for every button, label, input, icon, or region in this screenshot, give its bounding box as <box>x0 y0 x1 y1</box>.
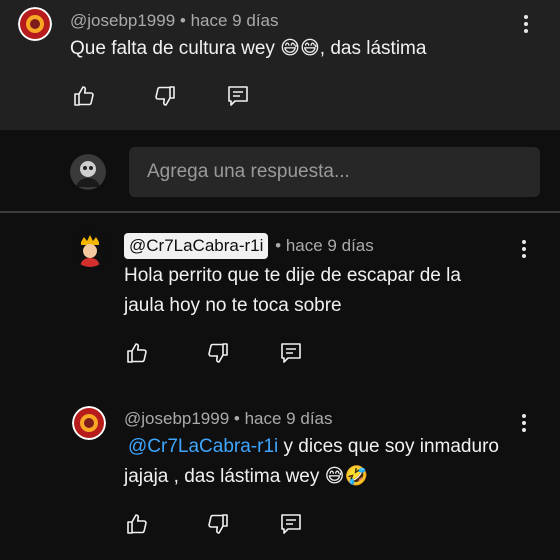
like-button[interactable] <box>125 512 151 538</box>
more-vert-icon[interactable] <box>516 10 536 38</box>
more-vert-icon[interactable] <box>514 235 534 263</box>
reply-author-avatar[interactable] <box>72 406 106 440</box>
user-avatar-icon <box>70 154 106 190</box>
crowned-avatar-icon <box>72 231 108 267</box>
reply-time: hace 9 días <box>244 409 333 428</box>
reply-input[interactable]: Agrega una respuesta... <box>129 147 540 197</box>
team-crest-icon <box>72 406 106 440</box>
comment-meta: @josebp1999 • hace 9 días <box>70 11 279 31</box>
reply-input-placeholder: Agrega una respuesta... <box>147 161 350 182</box>
reply-button[interactable] <box>226 84 252 110</box>
like-button[interactable] <box>125 341 151 367</box>
like-button[interactable] <box>72 84 98 110</box>
dislike-icon <box>208 514 228 534</box>
reply-meta: @Cr7LaCabra-r1i • hace 9 días <box>124 233 374 259</box>
meta-separator: • <box>179 11 186 30</box>
reply-button[interactable] <box>279 341 305 367</box>
team-crest-icon <box>18 7 52 41</box>
more-vert-icon[interactable] <box>514 409 534 437</box>
meta-separator: • <box>275 236 282 255</box>
reply-meta: @josebp1999 • hace 9 días <box>124 409 333 429</box>
reply-author-avatar[interactable] <box>72 231 108 267</box>
reply-text-line-2: jaula hoy no te toca sobre <box>124 295 342 316</box>
like-icon <box>127 343 147 363</box>
dislike-icon <box>208 343 228 363</box>
reply-icon <box>281 343 301 363</box>
reply-text-line-2: jajaja , das lástima wey 😅🤣 <box>124 466 369 487</box>
dislike-icon <box>155 86 175 106</box>
reply-text-rest: y dices que soy inmaduro <box>283 436 499 457</box>
comment-text: Que falta de cultura wey 😅😅, das lástima <box>70 38 427 59</box>
author-handle-highlighted[interactable]: @Cr7LaCabra-r1i <box>124 233 269 259</box>
dislike-button[interactable] <box>206 341 232 367</box>
dislike-button[interactable] <box>153 84 179 110</box>
reply-text-line-1: Hola perrito que te dije de escapar de l… <box>124 265 461 286</box>
reply-text-line-1: @Cr7LaCabra-r1i y dices que soy inmaduro <box>128 432 499 462</box>
dislike-button[interactable] <box>206 512 232 538</box>
meta-separator: • <box>233 409 240 428</box>
reply-button[interactable] <box>279 512 305 538</box>
reply-icon <box>228 86 248 106</box>
author-handle[interactable]: @josebp1999 <box>124 409 229 428</box>
reply-icon <box>281 514 301 534</box>
section-divider <box>0 211 560 213</box>
author-handle[interactable]: @josebp1999 <box>70 11 175 30</box>
comment-time: hace 9 días <box>190 11 279 30</box>
like-icon <box>127 514 147 534</box>
like-icon <box>74 86 94 106</box>
reply-time: hace 9 días <box>285 236 374 255</box>
author-avatar[interactable] <box>18 7 52 41</box>
mention-link[interactable]: @Cr7LaCabra-r1i <box>128 436 278 457</box>
current-user-avatar <box>70 154 106 190</box>
